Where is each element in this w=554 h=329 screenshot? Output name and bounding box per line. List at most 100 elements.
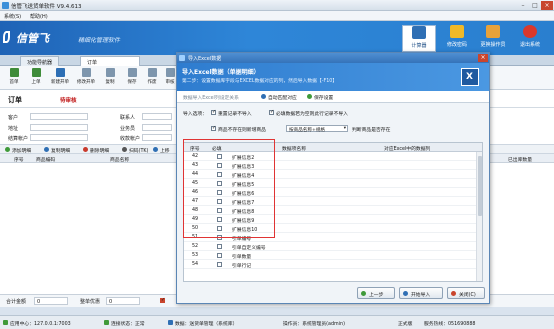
connection-icon <box>104 320 109 325</box>
approve-icon <box>165 68 175 77</box>
row-field-name: 引单数量 <box>232 255 252 260</box>
total-label: 合计金额 <box>6 299 27 305</box>
void-button[interactable]: 作废 <box>142 68 162 85</box>
dialog-header-desc: 第二步：设置数据库字段与EXCEL数据对应的列，然后导入数据【-F10】 <box>182 79 338 84</box>
maximize-button[interactable]: □ <box>529 1 541 10</box>
arrow-left-icon <box>361 291 366 296</box>
server-icon <box>3 320 8 325</box>
close-button[interactable]: × <box>541 1 553 10</box>
row-seq: 53 <box>192 253 199 258</box>
new-button[interactable]: 新建开单 <box>50 68 70 85</box>
prev-step-button[interactable]: 上一步 <box>357 287 395 299</box>
scan-button[interactable]: 扫码(TK) <box>129 147 148 154</box>
address-label: 地址 <box>8 126 19 132</box>
prev-step-label: 上一步 <box>369 293 384 298</box>
salesman-field[interactable] <box>142 124 172 131</box>
address-field[interactable] <box>30 124 88 131</box>
match-mode-select[interactable]: 按商品名称+规格 ▾ <box>286 125 348 133</box>
scrollbar-thumb[interactable] <box>478 156 482 216</box>
table-scrollbar[interactable] <box>476 152 482 281</box>
highlight-box <box>183 139 275 238</box>
menu-help[interactable]: 帮助(H) <box>30 13 48 20</box>
menu-system[interactable]: 系统(S) <box>4 13 21 20</box>
change-password-label: 修改密码 <box>446 42 467 48</box>
lock-icon <box>450 25 464 38</box>
grid-col-shipped: 已出库数量 <box>508 158 532 163</box>
dialog-title: 导入Excel数据 <box>188 56 222 62</box>
settle-field[interactable] <box>30 134 88 141</box>
switch-operator-button[interactable]: 更换操作员 <box>476 25 510 52</box>
total-value: 0 <box>37 299 41 305</box>
title-bar: 信管飞送货单软件 V9.4.613 – □ × <box>0 0 554 11</box>
new-icon <box>55 68 65 77</box>
copy-label: 复制 <box>105 80 115 85</box>
row-required-checkbox[interactable] <box>217 262 222 267</box>
skip-duplicate-label: 重置记录不导入 <box>218 112 252 117</box>
minimize-button[interactable]: – <box>517 1 529 10</box>
banner: 信管飞 精细化管理软件 计算器 修改密码 更换操作员 退出系统 <box>0 21 554 55</box>
auto-match-icon <box>261 94 266 99</box>
logo-mark-icon <box>3 31 10 43</box>
add-icon <box>5 147 10 152</box>
scan-icon <box>122 147 127 152</box>
contact-field[interactable] <box>142 113 172 120</box>
row-field-name: 引单自定义编号 <box>232 246 266 251</box>
row-seq: 54 <box>192 262 199 267</box>
table-row[interactable]: 54 引单行记 <box>184 260 482 269</box>
first-button[interactable]: 首单 <box>4 68 24 85</box>
tab-order[interactable]: 订单 <box>80 56 140 66</box>
start-import-button[interactable]: 开始导入 <box>399 287 443 299</box>
skip-duplicate-checkbox[interactable] <box>211 109 216 115</box>
delete-detail-button[interactable]: 删除明细 <box>90 147 109 154</box>
customer-field[interactable] <box>30 113 88 120</box>
discount-field[interactable]: 0 <box>106 297 140 305</box>
step-mapping[interactable]: 数据导入Excel列设定关系 <box>183 94 239 101</box>
dialog-close-bottom-button[interactable]: 关闭(C) <box>447 287 485 299</box>
table-row[interactable]: 53 引单数量 <box>184 251 482 260</box>
copy-detail-button[interactable]: 复制明细 <box>51 147 70 154</box>
close-label: 关闭(C) <box>459 293 476 298</box>
prev-button[interactable]: 上单 <box>26 68 46 85</box>
save-button[interactable]: 保存 <box>122 68 142 85</box>
order-heading: 订单 <box>8 96 22 104</box>
add-detail-button[interactable]: 添加明细 <box>12 147 31 154</box>
calculator-button[interactable]: 计算器 <box>402 25 436 52</box>
row-required-checkbox[interactable] <box>217 253 222 258</box>
auto-match-button[interactable]: 自动匹配对应 <box>268 94 297 101</box>
new-label: 新建开单 <box>51 80 69 85</box>
save-settings-icon <box>307 94 312 99</box>
row-required-checkbox[interactable] <box>217 244 222 249</box>
edit-button[interactable]: 修改开单 <box>76 68 96 85</box>
required-empty-checkbox[interactable] <box>269 109 274 115</box>
table-row[interactable]: 52 引单自定义编号 <box>184 242 482 251</box>
receivable-field[interactable] <box>142 134 172 141</box>
move-up-icon <box>153 147 158 152</box>
save-icon <box>127 68 137 77</box>
row-field-name: 引单行记 <box>232 264 252 269</box>
power-icon <box>523 25 537 38</box>
order-status: 待审核 <box>60 98 77 104</box>
grid-col-code: 商品编码 <box>36 158 56 163</box>
start-import-label: 开始导入 <box>411 293 431 298</box>
dialog-header-title: 导入Excel数据（单据明细） <box>182 69 260 76</box>
dialog-close-button[interactable]: × <box>478 54 488 62</box>
edit-label: 修改开单 <box>77 80 95 85</box>
change-password-button[interactable]: 修改密码 <box>440 25 474 52</box>
discount-value: 0 <box>109 299 113 305</box>
add-new-goods-checkbox[interactable] <box>211 125 216 131</box>
receivable-label: 收款帐户 <box>120 136 141 142</box>
move-up-button[interactable]: 上移 <box>160 147 170 154</box>
options-label: 导入选项： <box>183 112 207 117</box>
save-settings-button[interactable]: 保存设置 <box>314 94 333 101</box>
save-label: 保存 <box>127 80 137 85</box>
exit-system-button[interactable]: 退出系统 <box>513 25 547 52</box>
match-mode-value: 按商品名称+规格 <box>289 127 326 133</box>
tab-nav[interactable]: 功能导航器 <box>20 56 60 66</box>
discount-flag-icon[interactable] <box>160 297 165 303</box>
copy-button[interactable]: 复制 <box>100 68 120 85</box>
import-options: 导入选项： 重置记录不导入 必填数据若为空则此行记录不导入 商品不存在则新增商品… <box>177 104 489 140</box>
grid-col-seq: 序号 <box>14 158 24 163</box>
total-field: 0 <box>34 297 68 305</box>
add-new-goods-label: 商品不存在则新增商品 <box>218 128 266 133</box>
edit-icon <box>81 68 91 77</box>
